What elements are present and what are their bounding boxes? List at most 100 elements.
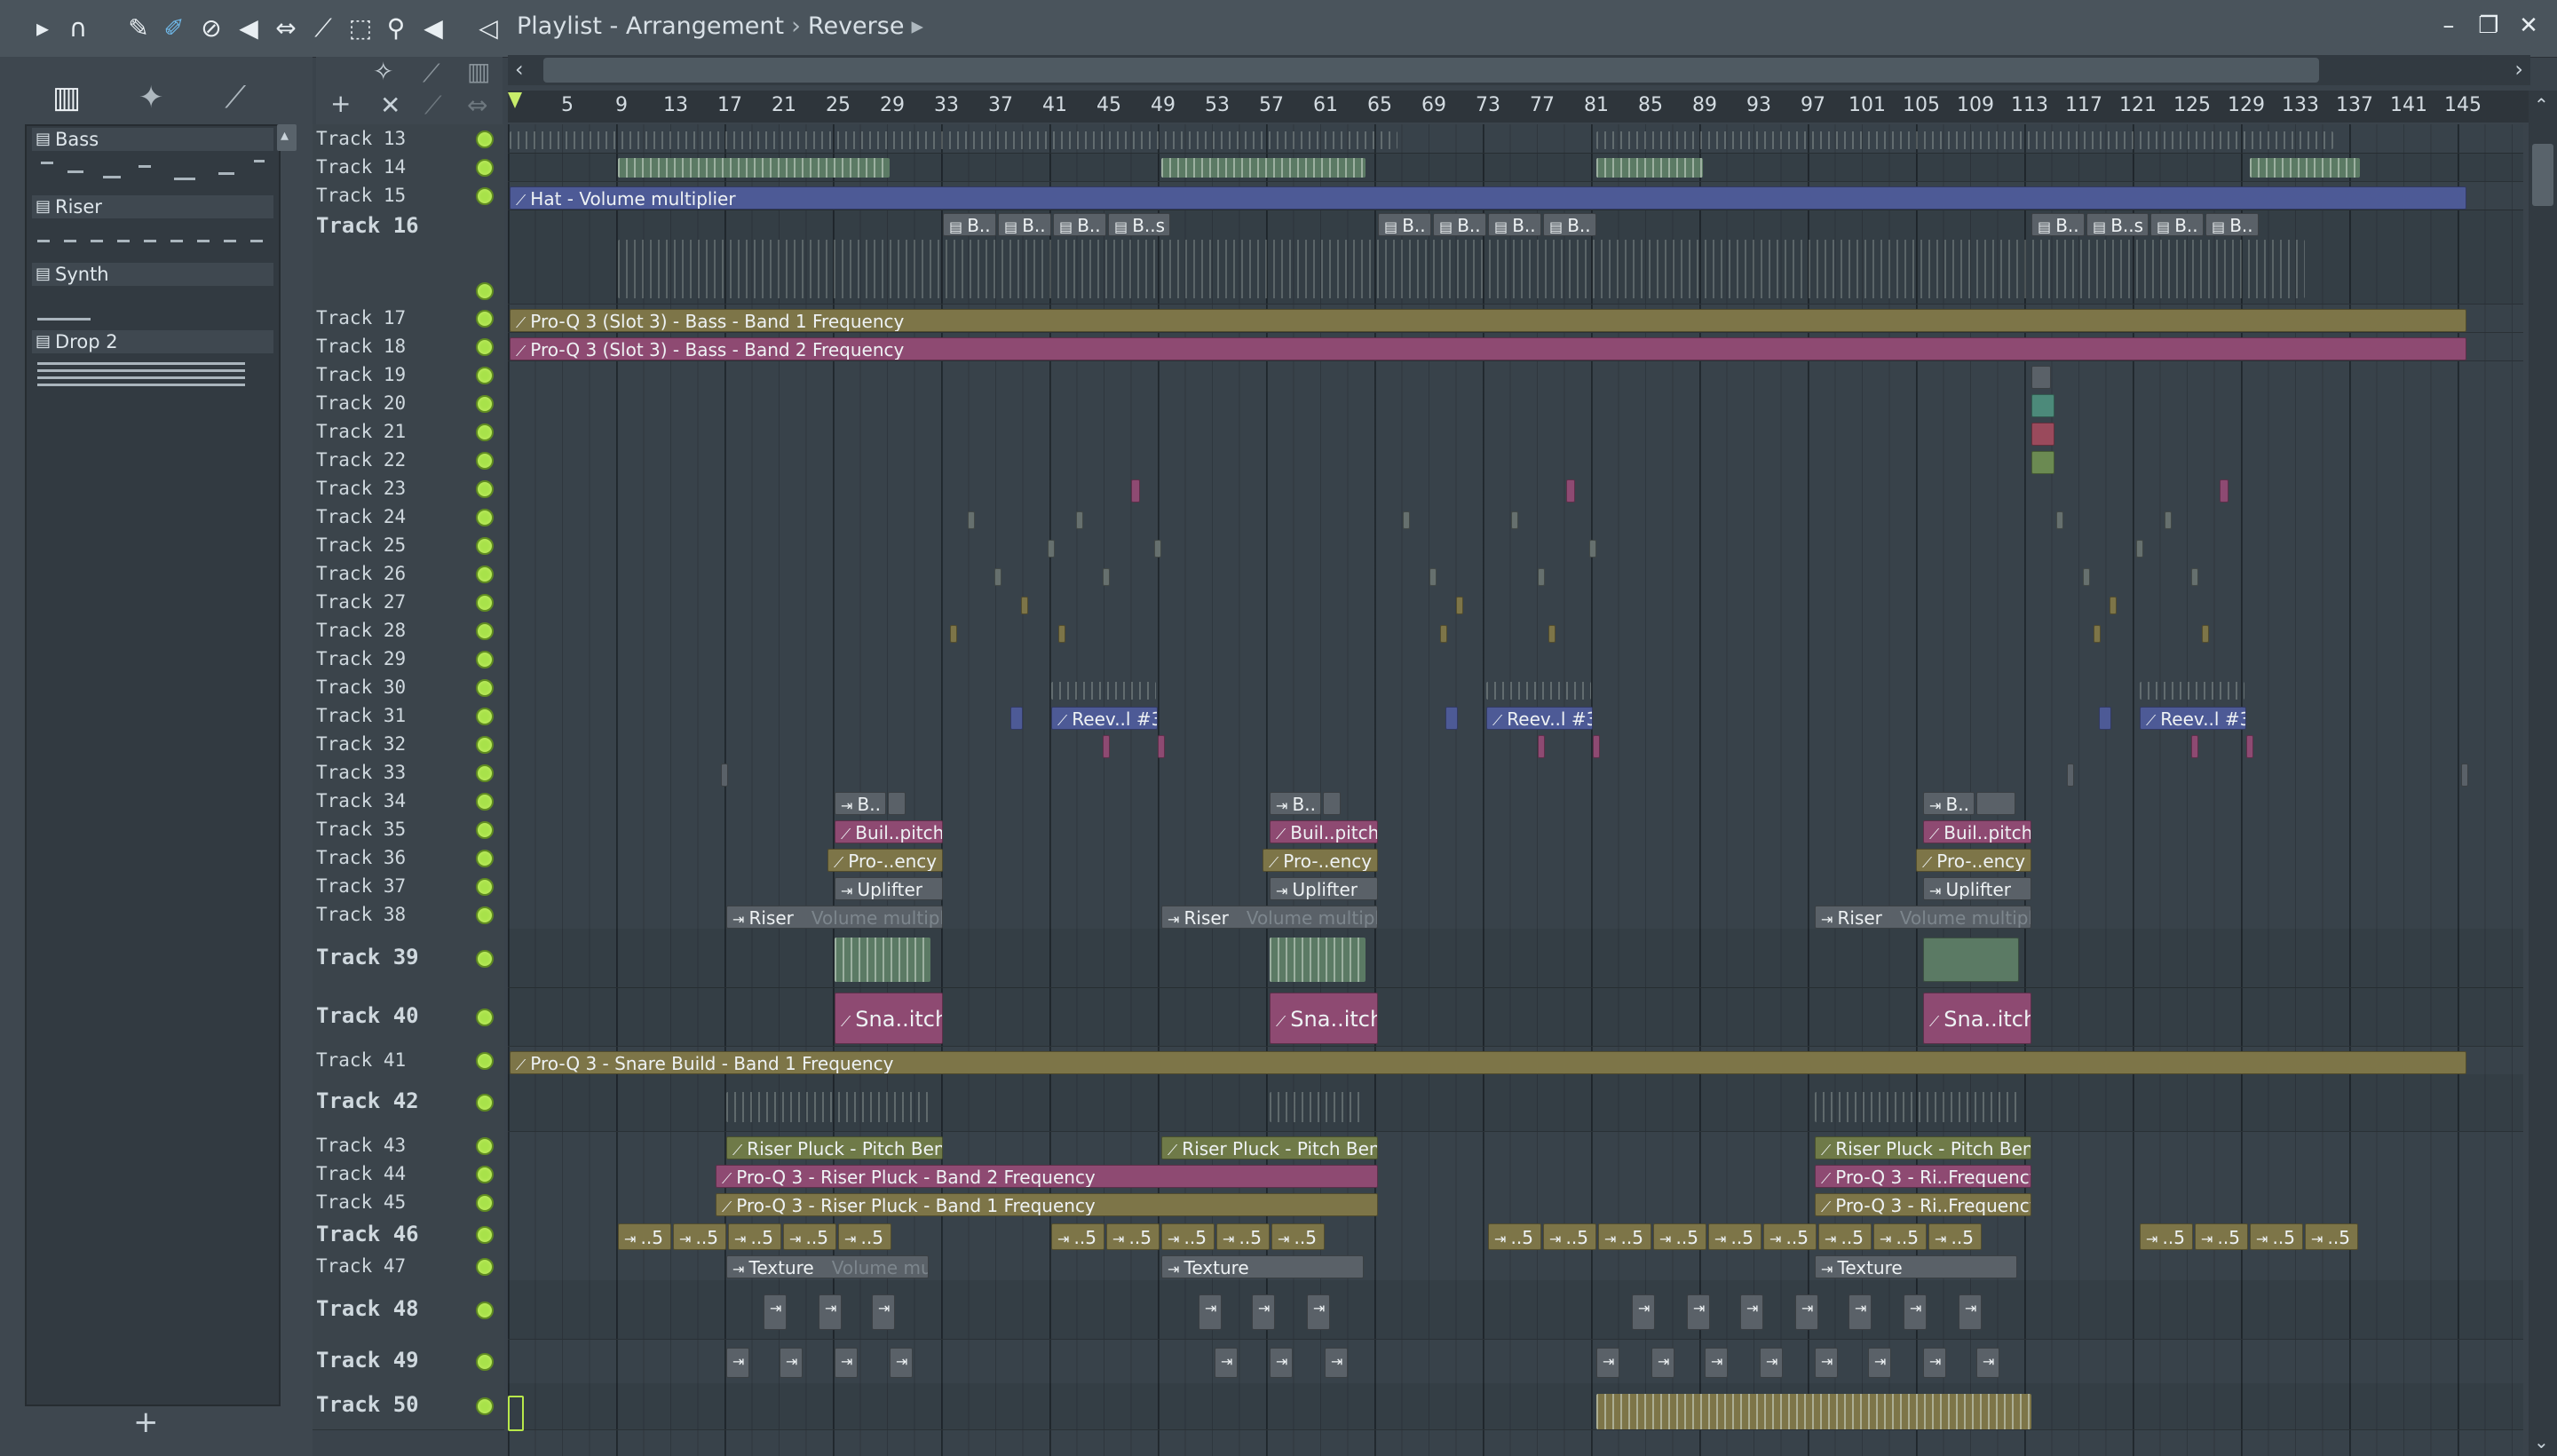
audio-clip[interactable] xyxy=(721,764,728,787)
pattern-clip[interactable]: B.. xyxy=(1433,213,1486,236)
note-clip[interactable] xyxy=(1593,735,1600,758)
automation-clip[interactable] xyxy=(2031,394,2054,417)
audio-clip[interactable]: ..5 xyxy=(1598,1223,1651,1250)
automation-clip[interactable] xyxy=(2031,423,2054,446)
audio-clip[interactable]: ..5 xyxy=(1216,1223,1270,1250)
audio-clip[interactable]: ..5 xyxy=(1106,1223,1160,1250)
selected-clip[interactable] xyxy=(508,1396,524,1431)
link-icon[interactable]: ⟋ xyxy=(423,59,440,89)
automation-clip-bass-band-2[interactable]: Pro-Q 3 (Slot 3) - Bass - Band 2 Frequen… xyxy=(510,337,2466,360)
automation-clip[interactable] xyxy=(2099,707,2111,730)
track-header[interactable]: Track 14 xyxy=(313,153,504,182)
track-header[interactable]: Track 35 xyxy=(313,815,504,844)
track-header[interactable]: Track 28 xyxy=(313,616,504,645)
pattern-clip[interactable] xyxy=(1051,682,1156,700)
audio-clip-riser[interactable]: Riser Volume multiplier xyxy=(1161,906,1378,929)
track-header[interactable]: Track 34 xyxy=(313,787,504,816)
audio-clip[interactable]: ..5 xyxy=(2250,1223,2303,1250)
track-header[interactable]: Track 47 xyxy=(313,1252,504,1281)
mute-icon[interactable]: ◀ xyxy=(231,11,266,46)
pattern-clip[interactable] xyxy=(835,938,930,982)
audio-clip[interactable] xyxy=(1959,1294,1982,1330)
automation-clip-snare-pitch[interactable]: Sna..itch xyxy=(1270,993,1378,1044)
track-header[interactable]: Track 29 xyxy=(313,645,504,674)
audio-clip[interactable] xyxy=(1252,1294,1275,1330)
pattern-clip[interactable] xyxy=(1815,1092,2017,1122)
track-header[interactable]: Track 49 xyxy=(313,1339,504,1384)
minimize-button[interactable]: – xyxy=(2431,12,2466,39)
playhead-marker[interactable] xyxy=(508,92,522,108)
note-clip[interactable] xyxy=(2094,625,2101,643)
scroll-up-icon[interactable]: ⌃ xyxy=(2534,94,2549,115)
track-mute-led[interactable] xyxy=(476,1094,494,1112)
track-mute-led[interactable] xyxy=(476,310,494,328)
audio-clip[interactable] xyxy=(1976,1348,1999,1378)
audio-clip[interactable] xyxy=(819,1294,842,1330)
pattern-clip[interactable] xyxy=(2031,366,2051,389)
audio-clip[interactable]: ..5 xyxy=(1653,1223,1706,1250)
audio-clip[interactable]: ..5 xyxy=(1928,1223,1982,1250)
track-mute-led[interactable] xyxy=(476,708,494,725)
audio-clip[interactable]: ..5 xyxy=(673,1223,726,1250)
track-header[interactable]: Track 38 xyxy=(313,900,504,930)
audio-clip[interactable] xyxy=(1651,1348,1674,1378)
note-clip[interactable] xyxy=(2246,735,2253,758)
pattern-clip[interactable]: B.. xyxy=(943,213,996,236)
note-clip[interactable] xyxy=(1076,511,1083,529)
audio-clip[interactable]: B.. xyxy=(835,792,886,815)
paint-icon[interactable]: ✐ xyxy=(156,11,192,46)
audio-clip[interactable] xyxy=(1868,1348,1891,1378)
track-mute-led[interactable] xyxy=(476,367,494,384)
automation-clip-riser-pluck[interactable]: Riser Pluck - Pitch Bend xyxy=(1815,1136,2031,1159)
track-header[interactable]: Track 44 xyxy=(313,1159,504,1189)
pattern-selector[interactable]: Reverse xyxy=(808,12,905,40)
automation-clip-snare-pitch[interactable]: Sna..itch xyxy=(835,993,943,1044)
stretch-icon[interactable]: ⇔ xyxy=(467,91,487,120)
audio-clip[interactable] xyxy=(1270,1348,1293,1378)
audio-clip-riser[interactable]: Riser Volume multiplier xyxy=(1815,906,2031,929)
add-track-icon[interactable]: + xyxy=(330,89,351,118)
automation-clip-riser-band-2[interactable]: Pro-Q 3 - Ri..Frequency xyxy=(1815,1165,2031,1188)
audio-clip[interactable] xyxy=(1566,479,1575,502)
audio-clip[interactable]: ..5 xyxy=(1708,1223,1761,1250)
note-clip[interactable] xyxy=(1456,597,1463,614)
audio-clip[interactable] xyxy=(1596,1348,1619,1378)
track-header[interactable]: Track 24 xyxy=(313,502,504,532)
note-clip[interactable] xyxy=(2191,735,2198,758)
pattern-clip[interactable] xyxy=(1596,131,2333,149)
automation-clip[interactable] xyxy=(1445,707,1458,730)
audio-clip[interactable]: ..5 xyxy=(1543,1223,1596,1250)
automation-clip[interactable] xyxy=(2031,451,2054,474)
audio-clip[interactable] xyxy=(2461,764,2468,787)
note-clip[interactable] xyxy=(2083,568,2090,586)
note-clip[interactable] xyxy=(2165,511,2172,529)
track-mute-led[interactable] xyxy=(476,679,494,697)
track-header[interactable]: Track 21 xyxy=(313,417,504,447)
note-clip[interactable] xyxy=(1021,597,1028,614)
automation-clip[interactable] xyxy=(1010,707,1023,730)
picker-item-riser[interactable]: Riser xyxy=(32,195,273,259)
scrollbar-thumb[interactable] xyxy=(2532,144,2553,206)
track-header[interactable]: Track 32 xyxy=(313,730,504,759)
note-clip[interactable] xyxy=(1429,568,1437,586)
restore-button[interactable]: ❐ xyxy=(2471,12,2506,39)
track-header[interactable]: Track 39 xyxy=(313,929,504,988)
audio-clip[interactable] xyxy=(726,1348,749,1378)
automation-clip-build-pitch[interactable]: Buil..pitch xyxy=(1923,820,2031,843)
track-lane[interactable] xyxy=(508,929,2523,988)
scroll-right-icon[interactable]: › xyxy=(2514,57,2523,82)
scroll-down-icon[interactable]: ⌄ xyxy=(2534,1431,2549,1452)
audio-clip-riser[interactable]: Riser Volume multiplier xyxy=(726,906,943,929)
pattern-clip[interactable]: B.. xyxy=(2150,213,2204,236)
track-mute-led[interactable] xyxy=(476,187,494,205)
audio-clip[interactable] xyxy=(835,1348,858,1378)
pattern-clip[interactable]: B..s xyxy=(2086,213,2149,236)
track-header[interactable]: Track 15 xyxy=(313,181,504,210)
audio-clip[interactable] xyxy=(780,1348,803,1378)
track-mute-led[interactable] xyxy=(476,537,494,555)
pattern-clip[interactable] xyxy=(1596,158,1703,178)
audio-clip-uplifter[interactable]: Uplifter xyxy=(1270,877,1378,900)
pattern-clip[interactable] xyxy=(618,158,890,178)
note-clip[interactable] xyxy=(1589,540,1596,558)
pattern-clip[interactable] xyxy=(1596,1394,2031,1429)
